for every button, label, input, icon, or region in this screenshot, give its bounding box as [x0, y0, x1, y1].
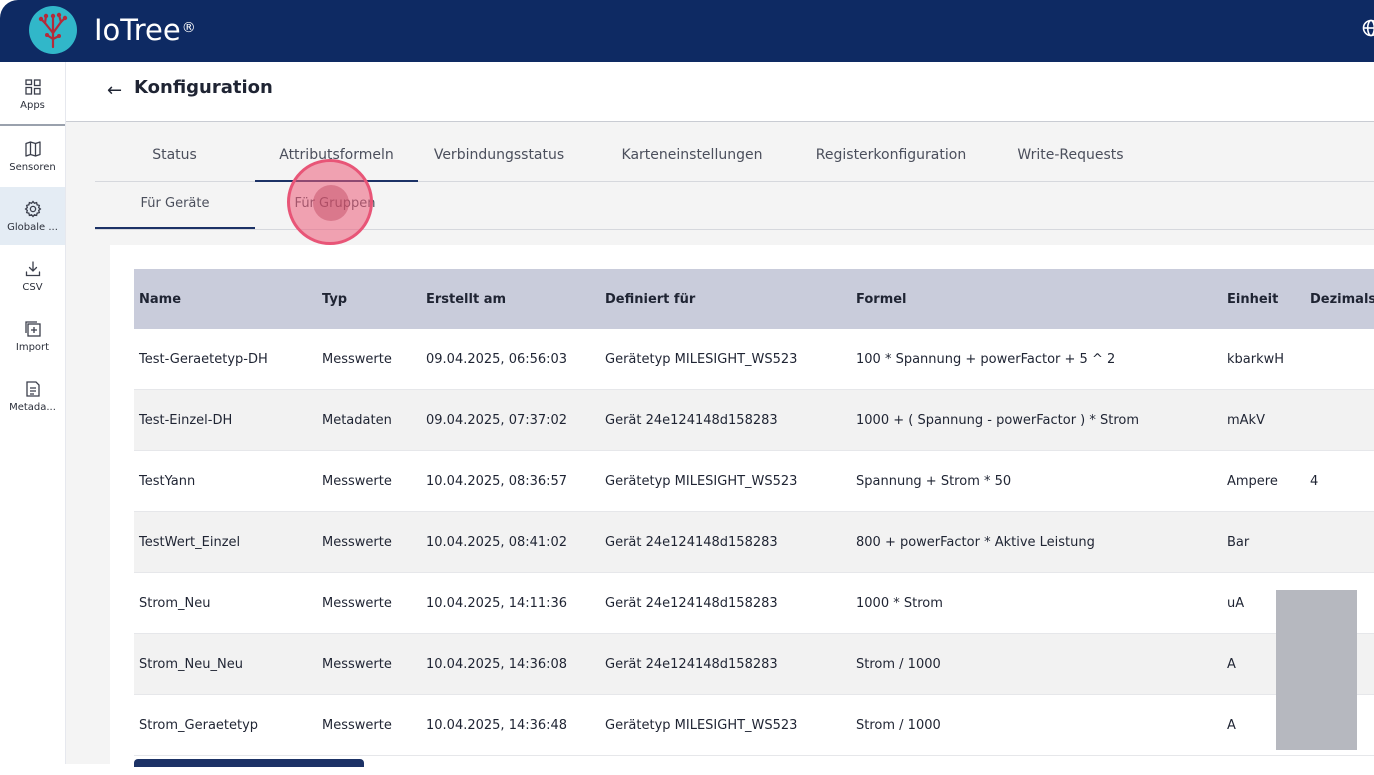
- cell-formel: 1000 * Strom: [851, 573, 1222, 634]
- cell-typ: Metadaten: [317, 390, 421, 451]
- add-formula-button[interactable]: [134, 759, 364, 767]
- formula-table: Name Typ Erstellt am Definiert für Forme…: [134, 269, 1374, 756]
- cell-definiert-fuer: Gerät 24e124148d158283: [600, 634, 851, 695]
- sidebar-item-label: Sensoren: [9, 162, 56, 173]
- table-row[interactable]: TestYann Messwerte 10.04.2025, 08:36:57 …: [134, 451, 1374, 512]
- sidebar-item-label: Metada...: [9, 402, 56, 413]
- tab-bar: Status Attributsformeln Verbindungsstatu…: [95, 134, 1374, 182]
- cell-definiert-fuer: Gerätetyp MILESIGHT_WS523: [600, 695, 851, 756]
- table-row[interactable]: Test-Einzel-DH Metadaten 09.04.2025, 07:…: [134, 390, 1374, 451]
- sidebar-item-label: Apps: [20, 100, 45, 111]
- table-row[interactable]: Strom_Neu_Neu Messwerte 10.04.2025, 14:3…: [134, 634, 1374, 695]
- map-icon: [24, 140, 42, 158]
- table-header-row: Name Typ Erstellt am Definiert für Forme…: [134, 269, 1374, 329]
- cell-typ: Messwerte: [317, 695, 421, 756]
- cell-erstellt-am: 10.04.2025, 08:36:57: [421, 451, 600, 512]
- cell-name: Test-Einzel-DH: [134, 390, 317, 451]
- cell-einheit: mAkV: [1222, 390, 1305, 451]
- cell-einheit: kbarkwH: [1222, 329, 1305, 390]
- page-header: ← Konfiguration: [66, 62, 1374, 122]
- table-row[interactable]: Strom_Neu Messwerte 10.04.2025, 14:11:36…: [134, 573, 1374, 634]
- sidebar-item-globale[interactable]: Globale ...: [0, 187, 65, 245]
- cell-dezimals: 4: [1305, 451, 1374, 512]
- column-header-einheit[interactable]: Einheit: [1222, 269, 1305, 329]
- cell-dezimals: [1305, 512, 1374, 573]
- top-bar: IoTree®: [0, 0, 1374, 62]
- document-list-icon: [24, 380, 42, 398]
- column-header-dezimals[interactable]: Dezimals: [1305, 269, 1374, 329]
- cell-erstellt-am: 10.04.2025, 14:11:36: [421, 573, 600, 634]
- cell-definiert-fuer: Gerätetyp MILESIGHT_WS523: [600, 329, 851, 390]
- sidebar-item-import[interactable]: Import: [0, 308, 65, 364]
- sidebar-item-label: Globale ...: [7, 222, 58, 233]
- column-header-typ[interactable]: Typ: [317, 269, 421, 329]
- cell-name: TestWert_Einzel: [134, 512, 317, 573]
- gear-icon: [24, 200, 42, 218]
- main-content: ← Konfiguration Status Attributsformeln …: [66, 62, 1374, 764]
- cell-formel: Strom / 1000: [851, 695, 1222, 756]
- cell-erstellt-am: 10.04.2025, 14:36:08: [421, 634, 600, 695]
- sidebar-item-sensoren[interactable]: Sensoren: [0, 128, 65, 184]
- cell-einheit: Bar: [1222, 512, 1305, 573]
- cell-formel: 1000 + ( Spannung - powerFactor ) * Stro…: [851, 390, 1222, 451]
- cell-typ: Messwerte: [317, 329, 421, 390]
- sidebar: Apps Sensoren Globale ... CSV Import Met…: [0, 62, 66, 764]
- column-header-name[interactable]: Name: [134, 269, 317, 329]
- cell-erstellt-am: 09.04.2025, 07:37:02: [421, 390, 600, 451]
- tab-status[interactable]: Status: [95, 134, 254, 180]
- sidebar-item-metadaten[interactable]: Metada...: [0, 368, 65, 424]
- tab-karteneinstellungen[interactable]: Karteneinstellungen: [600, 134, 784, 180]
- cell-formel: 100 * Spannung + powerFactor + 5 ^ 2: [851, 329, 1222, 390]
- column-header-formel[interactable]: Formel: [851, 269, 1222, 329]
- table-row[interactable]: TestWert_Einzel Messwerte 10.04.2025, 08…: [134, 512, 1374, 573]
- cell-definiert-fuer: Gerät 24e124148d158283: [600, 573, 851, 634]
- grid-icon: [24, 78, 42, 96]
- click-highlight-dot: [313, 185, 349, 221]
- cell-typ: Messwerte: [317, 512, 421, 573]
- page-title: Konfiguration: [134, 77, 273, 98]
- tree-logo-icon[interactable]: [29, 6, 77, 54]
- cell-name: Strom_Geraetetyp: [134, 695, 317, 756]
- sidebar-divider: [0, 124, 65, 126]
- cell-erstellt-am: 10.04.2025, 08:41:02: [421, 512, 600, 573]
- sidebar-item-apps[interactable]: Apps: [0, 66, 65, 122]
- cell-typ: Messwerte: [317, 573, 421, 634]
- sidebar-item-label: CSV: [22, 282, 42, 293]
- table-row[interactable]: Test-Geraetetyp-DH Messwerte 09.04.2025,…: [134, 329, 1374, 390]
- brand-name: IoTree®: [94, 12, 196, 48]
- cell-dezimals: [1305, 390, 1374, 451]
- cell-name: Test-Geraetetyp-DH: [134, 329, 317, 390]
- cell-einheit: Ampere: [1222, 451, 1305, 512]
- back-arrow-icon[interactable]: ←: [107, 80, 122, 101]
- cell-definiert-fuer: Gerät 24e124148d158283: [600, 512, 851, 573]
- tab-write-requests[interactable]: Write-Requests: [1000, 134, 1141, 180]
- cell-erstellt-am: 09.04.2025, 06:56:03: [421, 329, 600, 390]
- grey-overlay-block: [1276, 590, 1357, 750]
- cell-erstellt-am: 10.04.2025, 14:36:48: [421, 695, 600, 756]
- plus-square-icon: [24, 320, 42, 338]
- tab-registerkonfiguration[interactable]: Registerkonfiguration: [795, 134, 987, 180]
- tab-verbindungsstatus[interactable]: Verbindungsstatus: [419, 134, 579, 180]
- cell-typ: Messwerte: [317, 451, 421, 512]
- cell-formel: 800 + powerFactor * Aktive Leistung: [851, 512, 1222, 573]
- cell-formel: Spannung + Strom * 50: [851, 451, 1222, 512]
- column-header-definiert-fuer[interactable]: Definiert für: [600, 269, 851, 329]
- cell-formel: Strom / 1000: [851, 634, 1222, 695]
- cell-definiert-fuer: Gerät 24e124148d158283: [600, 390, 851, 451]
- subtab-fuer-geraete[interactable]: Für Geräte: [95, 181, 255, 229]
- column-header-erstellt-am[interactable]: Erstellt am: [421, 269, 600, 329]
- sidebar-item-label: Import: [16, 342, 49, 353]
- cell-definiert-fuer: Gerätetyp MILESIGHT_WS523: [600, 451, 851, 512]
- cell-name: TestYann: [134, 451, 317, 512]
- cell-dezimals: [1305, 329, 1374, 390]
- globe-icon[interactable]: [1362, 18, 1374, 42]
- cell-name: Strom_Neu: [134, 573, 317, 634]
- download-icon: [24, 260, 42, 278]
- sidebar-item-csv[interactable]: CSV: [0, 248, 65, 304]
- formula-table-card: Name Typ Erstellt am Definiert für Forme…: [110, 245, 1374, 775]
- cell-typ: Messwerte: [317, 634, 421, 695]
- cell-name: Strom_Neu_Neu: [134, 634, 317, 695]
- table-row[interactable]: Strom_Geraetetyp Messwerte 10.04.2025, 1…: [134, 695, 1374, 756]
